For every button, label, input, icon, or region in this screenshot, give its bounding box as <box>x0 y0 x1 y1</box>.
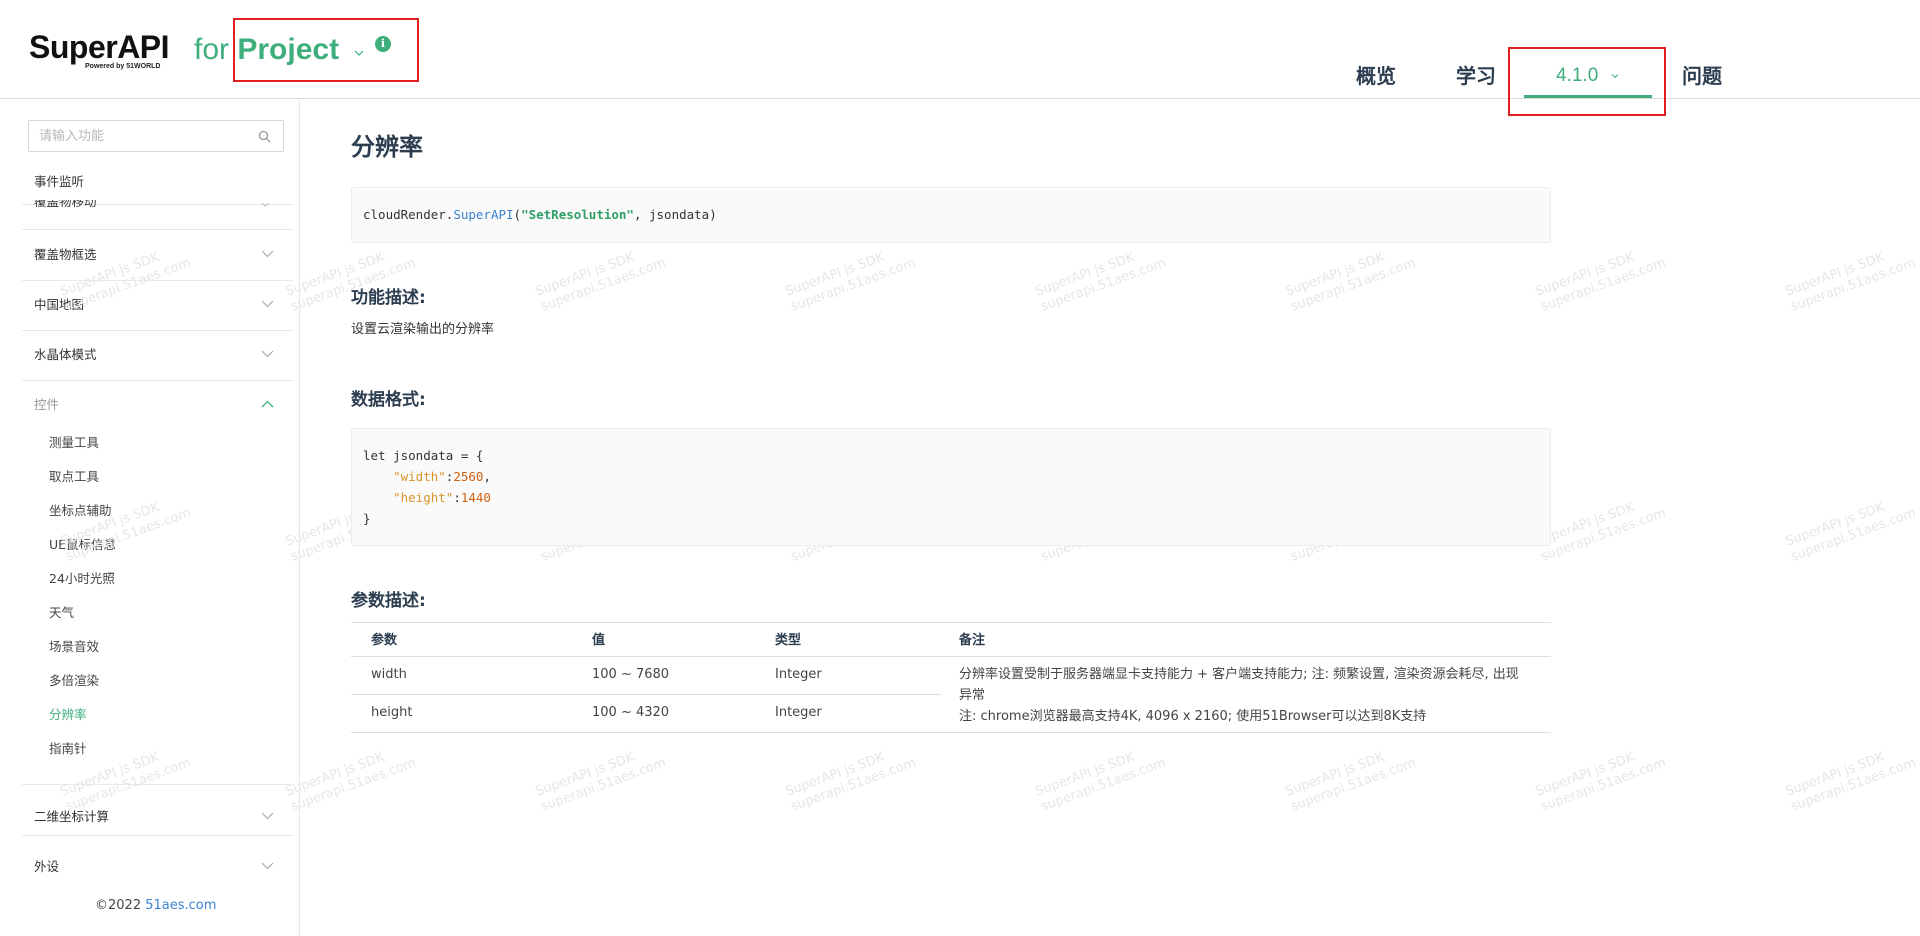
table-cell-param: height <box>371 705 413 720</box>
watermark: SuperAPI js SDKsuperapi.51aes.com <box>1533 499 1668 565</box>
sidebar-item-pick-point-tool[interactable]: 取点工具 <box>49 468 99 486</box>
table-cell-type: Integer <box>775 667 822 682</box>
copyright-text: ©2022 <box>95 898 146 913</box>
note-line: 分辨率设置受制于服务器端显卡支持能力 + 客户端支持能力; 注: 频繁设置, 渲… <box>959 667 1519 703</box>
chevron-down-icon <box>261 350 274 358</box>
chevron-up-icon <box>261 400 274 408</box>
table-border <box>351 656 1551 657</box>
logo-text: SuperAPI <box>29 29 170 65</box>
sidebar-group-controls[interactable]: 控件 <box>22 380 294 430</box>
table-header-param: 参数 <box>371 633 398 648</box>
sidebar-item-ue-mouse-info[interactable]: UE鼠标信息 <box>49 536 116 554</box>
copyright-link[interactable]: 51aes.com <box>145 898 216 913</box>
sidebar-item-label: 覆盖物移动 <box>34 200 97 209</box>
sidebar-item-coord-assist[interactable]: 坐标点辅助 <box>49 502 112 520</box>
chevron-down-icon <box>261 300 274 308</box>
page-title: 分辨率 <box>351 133 423 161</box>
sidebar-item-multi-render[interactable]: 多倍渲染 <box>49 672 99 690</box>
table-header-type: 类型 <box>775 633 802 648</box>
sidebar-item-weather[interactable]: 天气 <box>49 604 74 622</box>
superapi-logo[interactable]: SuperAPI Powered by 51WORLD <box>29 30 174 72</box>
function-description-heading: 功能描述: <box>351 288 426 308</box>
sidebar-group-label: 覆盖物框选 <box>34 247 97 262</box>
table-border <box>351 732 1551 733</box>
code-line: "height":1440 <box>393 490 491 505</box>
copyright: ©2022 51aes.com <box>95 897 216 915</box>
watermark: SuperAPI js SDKsuperapi.51aes.com <box>1783 249 1918 315</box>
watermark: SuperAPI js SDKsuperapi.51aes.com <box>1283 749 1418 815</box>
watermark: SuperAPI js SDKsuperapi.51aes.com <box>1033 249 1168 315</box>
code-line: let jsondata = { <box>363 448 484 463</box>
logo-tagline: Powered by 51WORLD <box>85 63 161 70</box>
sidebar-group-label: 中国地图 <box>34 297 85 312</box>
sidebar-item-event-listener[interactable]: 事件监听 <box>34 173 84 191</box>
sidebar-item-compass[interactable]: 指南针 <box>49 740 87 758</box>
table-cell-note: 分辨率设置受制于服务器端显卡支持能力 + 客户端支持能力; 注: 频繁设置, 渲… <box>959 664 1519 727</box>
highlight-box-product <box>233 18 419 82</box>
watermark: SuperAPI js SDKsuperapi.51aes.com <box>1783 749 1918 815</box>
api-call-line: cloudRender.SuperAPI("SetResolution", js… <box>363 207 717 222</box>
watermark: SuperAPI js SDKsuperapi.51aes.com <box>1283 249 1418 315</box>
sidebar-item-overlay-move[interactable]: 覆盖物移动 <box>34 200 274 212</box>
api-call-code-block: cloudRender.SuperAPI("SetResolution", js… <box>351 187 1551 243</box>
sidebar-item-resolution[interactable]: 分辨率 <box>49 706 87 724</box>
sidebar-group-label: 控件 <box>34 397 60 412</box>
watermark: SuperAPI js SDKsuperapi.51aes.com <box>533 249 668 315</box>
data-format-code-block: let jsondata = { "width":2560, "height":… <box>351 428 1551 546</box>
top-header: SuperAPI Powered by 51WORLD for Project … <box>0 0 1920 116</box>
watermark: SuperAPI js SDKsuperapi.51aes.com <box>1783 499 1918 565</box>
parameter-description-heading: 参数描述: <box>351 591 426 611</box>
watermark: SuperAPI js SDKsuperapi.51aes.com <box>1033 749 1168 815</box>
table-header-value: 值 <box>592 633 606 648</box>
chevron-down-icon[interactable] <box>259 203 272 208</box>
chevron-down-icon <box>261 862 274 870</box>
code-line: "width":2560, <box>393 469 491 484</box>
watermark: SuperAPI js SDKsuperapi.51aes.com <box>283 749 418 815</box>
table-cell-type: Integer <box>775 705 822 720</box>
function-description-text: 设置云渲染输出的分辨率 <box>351 322 495 337</box>
nav-overview[interactable]: 概览 <box>1356 62 1396 90</box>
sidebar-group-label: 二维坐标计算 <box>34 809 110 824</box>
watermark: SuperAPI js SDKsuperapi.51aes.com <box>783 249 918 315</box>
watermark: SuperAPI js SDKsuperapi.51aes.com <box>533 749 668 815</box>
sidebar-group-crystal-mode[interactable]: 水晶体模式 <box>22 330 294 380</box>
table-cell-value: 100 ~ 4320 <box>592 705 670 720</box>
sidebar-group-label: 外设 <box>34 859 60 874</box>
watermark: SuperAPI js SDKsuperapi.51aes.com <box>1533 249 1668 315</box>
note-line: 注: chrome浏览器最高支持4K, 4096 x 2160; 使用51Bro… <box>959 709 1427 724</box>
table-row-divider <box>351 694 941 695</box>
search-box[interactable] <box>28 120 284 152</box>
highlight-box-version <box>1508 47 1666 116</box>
table-cell-param: width <box>371 667 407 682</box>
sidebar-group-china-map[interactable]: 中国地图 <box>22 280 294 330</box>
search-input[interactable] <box>39 126 239 146</box>
table-cell-value: 100 ~ 7680 <box>592 667 670 682</box>
search-icon[interactable] <box>258 130 271 143</box>
data-format-heading: 数据格式: <box>351 390 426 410</box>
product-prefix: for <box>194 33 230 66</box>
chevron-down-icon <box>261 812 274 820</box>
sidebar-group-overlay-select[interactable]: 覆盖物框选 <box>22 230 294 280</box>
nav-issues[interactable]: 问题 <box>1682 62 1722 90</box>
code-line: } <box>363 511 371 526</box>
sidebar-item-24h-light[interactable]: 24小时光照 <box>49 570 115 588</box>
sidebar-item-measure-tool[interactable]: 测量工具 <box>49 434 99 452</box>
sidebar-group-label: 水晶体模式 <box>34 347 97 362</box>
watermark: SuperAPI js SDKsuperapi.51aes.com <box>783 749 918 815</box>
table-header-note: 备注 <box>959 633 986 648</box>
sidebar: 事件监听 覆盖物移动 覆盖物框选 中国地图 水晶体模式 控件 测量工具 取点工具… <box>0 100 300 936</box>
chevron-down-icon <box>261 250 274 258</box>
sidebar-divider <box>22 835 294 836</box>
sidebar-group-peripherals[interactable]: 外设 <box>22 842 294 892</box>
table-border <box>351 622 1551 623</box>
sidebar-item-scene-audio[interactable]: 场景音效 <box>49 638 99 656</box>
sidebar-divider <box>22 784 294 785</box>
watermark: SuperAPI js SDKsuperapi.51aes.com <box>1533 749 1668 815</box>
nav-learn[interactable]: 学习 <box>1456 62 1496 90</box>
